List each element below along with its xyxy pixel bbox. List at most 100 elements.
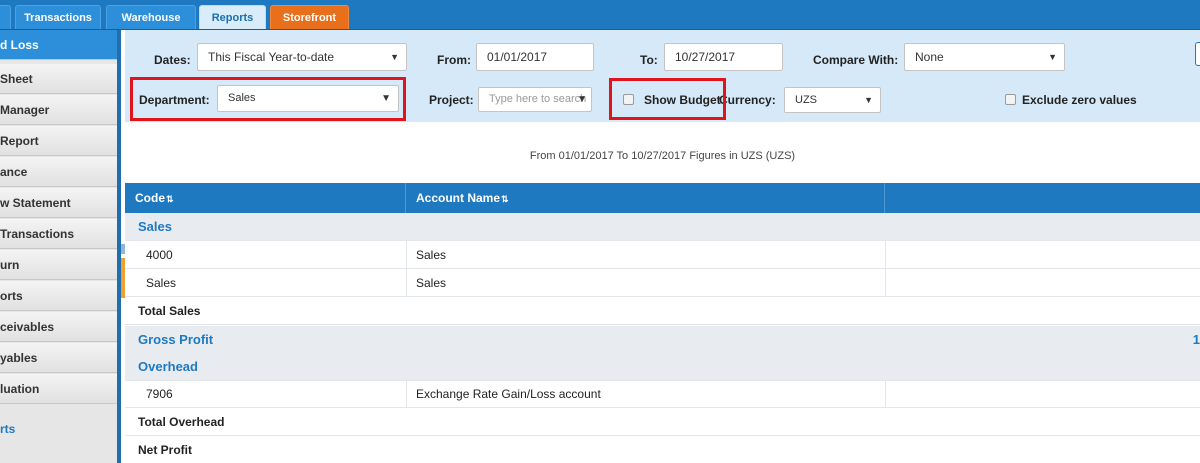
show-budget-highlight	[609, 78, 726, 120]
row-account-name: Sales	[416, 248, 447, 262]
compare-with-value: None	[915, 50, 944, 64]
sidebar-item-label: ceivables	[0, 320, 55, 334]
sidebar-item-label: Manager	[0, 103, 50, 117]
sidebar-item-reports[interactable]: orts	[0, 281, 117, 311]
tab-transactions[interactable]: Transactions	[15, 5, 101, 29]
project-label: Project:	[429, 93, 474, 107]
sidebar-item-receivables[interactable]: ceivables	[0, 312, 117, 342]
cell-divider	[885, 269, 886, 297]
tab-reports[interactable]: Reports	[199, 5, 266, 29]
group-title: Gross Profit	[138, 332, 214, 347]
sidebar-item-valuation[interactable]: luation	[0, 374, 117, 404]
project-search-input[interactable]: Type here to search ▼	[478, 87, 592, 112]
total-title: Total Sales	[138, 304, 201, 318]
compare-with-select[interactable]: None ▼	[904, 43, 1065, 71]
table-header: Code⇅ Account Name⇅	[125, 183, 1200, 213]
chevron-down-icon: ▼	[390, 52, 399, 62]
sidebar-item-label: ance	[0, 165, 28, 179]
column-header-amount	[885, 183, 1200, 213]
row-account-name: Sales	[416, 276, 447, 290]
sidebar: d Loss Sheet Manager Report ance w State…	[0, 30, 121, 463]
total-title: Total Overhead	[138, 415, 225, 429]
tab-label: Transactions	[24, 12, 92, 24]
sidebar-item-balance[interactable]: ance	[0, 157, 117, 187]
sidebar-item-label: yables	[0, 351, 38, 365]
sort-icon[interactable]: ⇅	[501, 194, 509, 204]
from-label: From:	[437, 53, 471, 67]
row-code: 7906	[146, 387, 173, 401]
cell-divider	[406, 241, 407, 269]
table-row[interactable]: 7906 Exchange Rate Gain/Loss account	[125, 380, 1200, 408]
table-row[interactable]: Sales Sales	[125, 269, 1200, 297]
compare-with-label: Compare With:	[813, 53, 899, 67]
sidebar-item-profit-and-loss[interactable]: d Loss	[0, 30, 117, 60]
table-group-row: Gross Profit 1	[125, 326, 1200, 354]
report-subtitle: From 01/01/2017 To 10/27/2017 Figures in…	[529, 150, 796, 162]
column-header-account-name[interactable]: Account Name⇅	[406, 183, 885, 213]
table-total-row: Total Overhead	[125, 408, 1200, 436]
exclude-zero-checkbox[interactable]	[1005, 94, 1016, 105]
table-total-row: Total Sales	[125, 297, 1200, 325]
currency-label: Currency:	[719, 93, 776, 107]
sidebar-item-label: Report	[0, 134, 39, 148]
group-title: Sales	[138, 219, 172, 234]
table-total-row: Net Profit	[125, 436, 1200, 463]
sidebar-item-transactions[interactable]: Transactions	[0, 219, 117, 249]
to-label: To:	[640, 53, 658, 67]
app-window: Transactions Warehouse Reports Storefron…	[0, 0, 1200, 463]
sidebar-item-cash-flow-statement[interactable]: w Statement	[0, 188, 117, 218]
sidebar-item-label: Transactions	[0, 227, 75, 241]
department-highlight	[130, 77, 406, 121]
cell-divider	[885, 241, 886, 269]
group-title: Overhead	[138, 359, 198, 374]
sort-icon[interactable]: ⇅	[166, 194, 174, 204]
sidebar-item-manager[interactable]: Manager	[0, 95, 117, 125]
tab-warehouse[interactable]: Warehouse	[106, 5, 196, 29]
to-date-input[interactable]: 10/27/2017	[664, 43, 783, 71]
gross-profit-value: 1	[1192, 332, 1200, 347]
column-header-code[interactable]: Code⇅	[125, 183, 406, 213]
top-nav-bar: Transactions Warehouse Reports Storefron…	[0, 0, 1200, 30]
dates-select[interactable]: This Fiscal Year-to-date ▼	[197, 43, 407, 71]
tab-label: Warehouse	[121, 12, 181, 24]
from-date-input[interactable]: 01/01/2017	[476, 43, 594, 71]
column-header-label: Code	[135, 191, 165, 205]
table-group-row: Sales	[125, 213, 1200, 241]
currency-select-value: UZS	[795, 94, 817, 106]
table-group-row: Overhead	[125, 353, 1200, 381]
tab-label: Storefront	[282, 12, 337, 24]
column-header-label: Account Name	[416, 191, 501, 205]
currency-select[interactable]: UZS ▼	[784, 87, 881, 113]
sidebar-item-label: orts	[0, 289, 23, 303]
table-row[interactable]: 4000 Sales	[125, 241, 1200, 269]
chevron-down-icon: ▼	[577, 94, 587, 105]
row-account-name: Exchange Rate Gain/Loss account	[416, 387, 601, 401]
chevron-down-icon: ▼	[864, 95, 873, 105]
dates-select-value: This Fiscal Year-to-date	[208, 50, 335, 64]
sidebar-item-payables[interactable]: yables	[0, 343, 117, 373]
dates-label: Dates:	[154, 53, 191, 67]
sidebar-item-label: urn	[0, 258, 20, 272]
exclude-zero-label: Exclude zero values	[1022, 93, 1137, 107]
tab-label: Reports	[211, 12, 254, 24]
sidebar-item-balance-sheet[interactable]: Sheet	[0, 64, 117, 94]
row-code: Sales	[146, 276, 177, 290]
row-code: 4000	[146, 248, 173, 262]
cell-divider	[406, 380, 407, 408]
project-placeholder: Type here to search	[489, 93, 587, 105]
panel-edge-button[interactable]	[1195, 42, 1200, 66]
sidebar-link-reports[interactable]: rts	[0, 422, 15, 436]
total-title: Net Profit	[138, 443, 192, 457]
chevron-down-icon: ▼	[1048, 52, 1057, 62]
filter-panel: Dates: This Fiscal Year-to-date ▼ From: …	[125, 30, 1200, 122]
tab-storefront[interactable]: Storefront	[270, 5, 349, 29]
cell-divider	[406, 269, 407, 297]
sidebar-item-label: d Loss	[0, 38, 39, 52]
sidebar-item-label: w Statement	[0, 196, 71, 210]
sidebar-item-label: luation	[0, 382, 40, 396]
cell-divider	[885, 380, 886, 408]
sidebar-item-report[interactable]: Report	[0, 126, 117, 156]
sidebar-item-label: Sheet	[0, 72, 33, 86]
sidebar-item-return[interactable]: urn	[0, 250, 117, 280]
tab-partial[interactable]	[0, 5, 11, 29]
